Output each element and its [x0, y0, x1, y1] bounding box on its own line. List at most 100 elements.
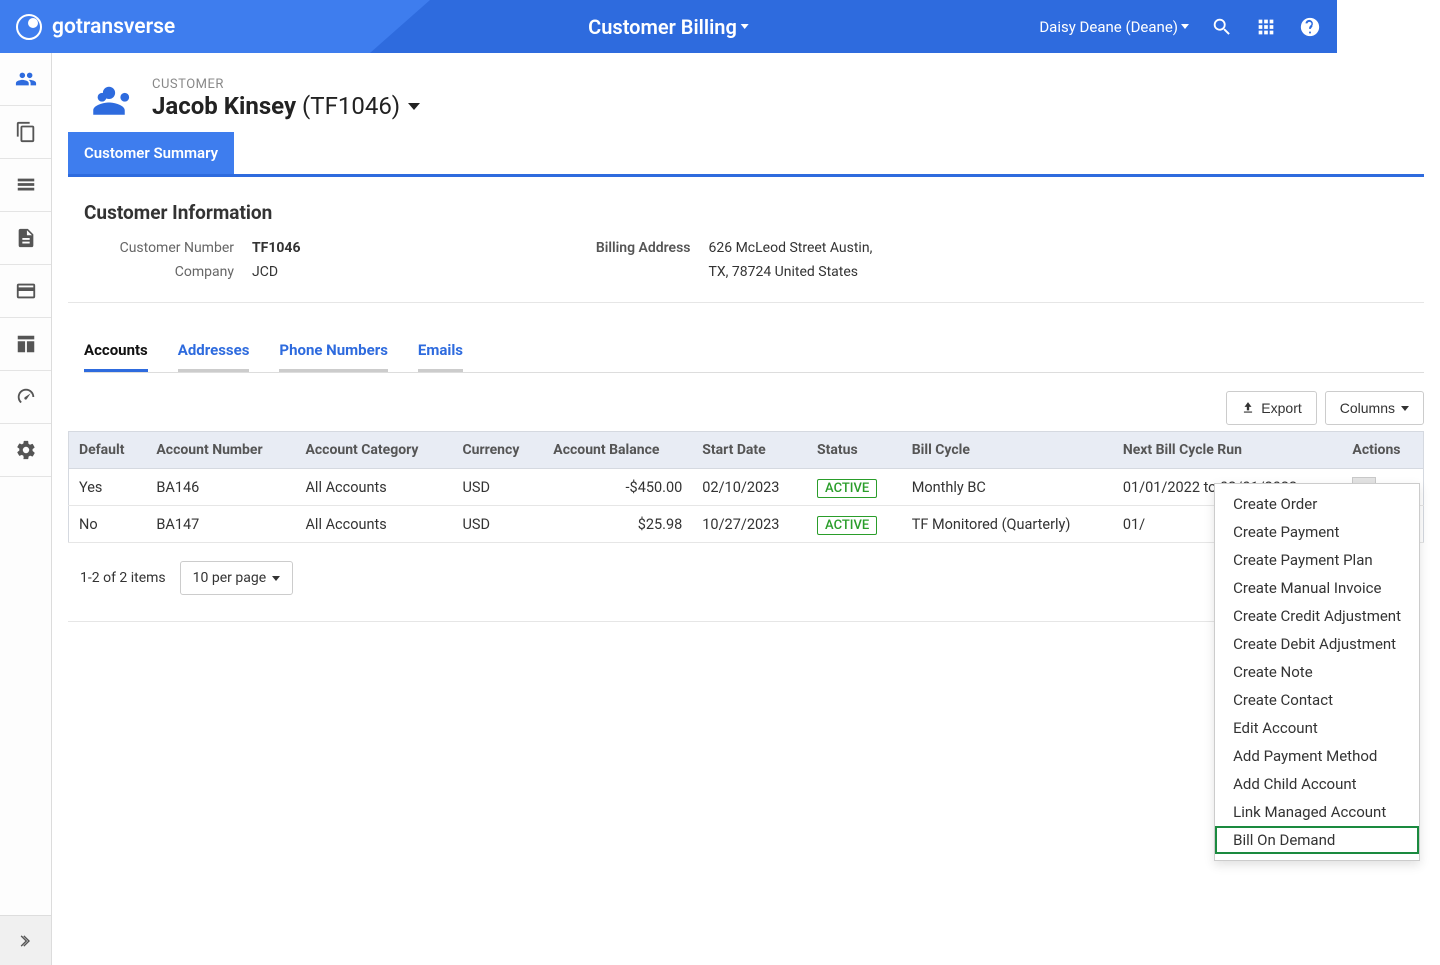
status-badge: ACTIVE — [817, 479, 877, 498]
info-heading: Customer Information — [84, 201, 1408, 224]
cell-start-date: 02/10/2023 — [692, 469, 807, 506]
table-toolbar: Export Columns — [68, 391, 1424, 425]
customer-name: Jacob Kinsey — [152, 92, 296, 120]
brand-text: gotransverse — [52, 15, 175, 39]
help-icon[interactable] — [1299, 16, 1321, 38]
search-icon[interactable] — [1211, 16, 1233, 38]
sidebar-table[interactable] — [0, 318, 51, 371]
sidebar-card[interactable] — [0, 265, 51, 318]
menu-item[interactable]: Create Order — [1215, 490, 1419, 518]
subtab-emails[interactable]: Emails — [418, 331, 463, 372]
download-icon — [1241, 401, 1255, 415]
card-icon — [15, 280, 37, 302]
cell-currency: USD — [453, 506, 544, 543]
value-company: JCD — [252, 260, 301, 284]
value-customer-number: TF1046 — [252, 236, 301, 260]
menu-item[interactable]: Add Payment Method — [1215, 742, 1419, 770]
main-content: CUSTOMER Jacob Kinsey (TF1046) Customer … — [52, 53, 1440, 638]
columns-label: Columns — [1340, 400, 1395, 416]
th-balance[interactable]: Account Balance — [543, 432, 692, 469]
cell-account-category: All Accounts — [295, 469, 452, 506]
th-actions[interactable]: Actions — [1342, 432, 1423, 469]
menu-item[interactable]: Create Manual Invoice — [1215, 574, 1419, 602]
columns-button[interactable]: Columns — [1325, 391, 1424, 425]
logo-icon — [16, 14, 42, 40]
module-title: Customer Billing — [588, 15, 737, 39]
sidebar-stack[interactable] — [0, 159, 51, 212]
user-label: Daisy Deane (Deane) — [1039, 18, 1178, 36]
cell-balance: -$450.00 — [543, 469, 692, 506]
menu-item[interactable]: Add Child Account — [1215, 770, 1419, 798]
per-page-label: 10 per page — [193, 570, 266, 586]
brand-logo[interactable]: gotransverse — [0, 14, 175, 40]
cell-default: No — [69, 506, 147, 543]
subtabs: Accounts Addresses Phone Numbers Emails — [84, 331, 1424, 373]
sidebar-settings[interactable] — [0, 424, 51, 477]
th-bill-cycle[interactable]: Bill Cycle — [902, 432, 1113, 469]
menu-item[interactable]: Create Debit Adjustment — [1215, 630, 1419, 658]
top-header: gotransverse Customer Billing Daisy Dean… — [0, 0, 1337, 53]
customer-code: (TF1046) — [302, 92, 400, 120]
export-button[interactable]: Export — [1226, 391, 1316, 425]
th-next-run[interactable]: Next Bill Cycle Run — [1113, 432, 1343, 469]
label-company: Company — [84, 260, 234, 284]
users-icon — [15, 68, 37, 90]
billing-address-line2: TX, 78724 United States — [709, 260, 873, 284]
cell-bill-cycle: Monthly BC — [902, 469, 1113, 506]
chevron-down-icon — [272, 576, 280, 581]
sidebar-expand[interactable] — [0, 915, 51, 965]
sidebar-doc[interactable] — [0, 212, 51, 265]
cell-start-date: 10/27/2023 — [692, 506, 807, 543]
cell-currency: USD — [453, 469, 544, 506]
th-account-category[interactable]: Account Category — [295, 432, 452, 469]
row-actions-menu: Create OrderCreate PaymentCreate Payment… — [1214, 483, 1420, 861]
menu-item[interactable]: Link Managed Account — [1215, 798, 1419, 826]
copy-icon — [15, 121, 37, 143]
cell-status: ACTIVE — [807, 469, 902, 506]
chevron-down-icon — [1401, 406, 1409, 411]
th-status[interactable]: Status — [807, 432, 902, 469]
sidebar-customers[interactable] — [0, 53, 51, 106]
gear-icon — [15, 439, 37, 461]
tab-summary[interactable]: Customer Summary — [68, 132, 234, 174]
menu-item[interactable]: Create Contact — [1215, 686, 1419, 714]
menu-item[interactable]: Create Note — [1215, 658, 1419, 686]
apps-icon[interactable] — [1255, 16, 1277, 38]
customer-info-section: Customer Information Customer Number Com… — [68, 177, 1424, 303]
sidebar-copy[interactable] — [0, 106, 51, 159]
pager-summary: 1-2 of 2 items — [80, 570, 166, 586]
chevron-down-icon — [408, 103, 420, 110]
th-currency[interactable]: Currency — [453, 432, 544, 469]
menu-item[interactable]: Create Payment — [1215, 518, 1419, 546]
export-label: Export — [1261, 400, 1301, 416]
chevron-down-icon — [1181, 24, 1189, 29]
th-account-number[interactable]: Account Number — [146, 432, 295, 469]
sidebar-dashboard[interactable] — [0, 371, 51, 424]
menu-item[interactable]: Bill On Demand — [1215, 826, 1419, 854]
subtab-accounts[interactable]: Accounts — [84, 331, 148, 372]
menu-item[interactable]: Create Payment Plan — [1215, 546, 1419, 574]
chevron-right-icon — [18, 933, 34, 949]
document-icon — [15, 227, 37, 249]
table-icon — [15, 333, 37, 355]
menu-item[interactable]: Edit Account — [1215, 714, 1419, 742]
subtab-addresses[interactable]: Addresses — [178, 331, 250, 372]
subtab-phones[interactable]: Phone Numbers — [279, 331, 388, 372]
billing-address-line1: 626 McLeod Street Austin, — [709, 236, 873, 260]
chevron-down-icon — [741, 24, 749, 29]
module-dropdown[interactable]: Customer Billing — [588, 15, 749, 39]
gauge-icon — [15, 386, 37, 408]
th-default[interactable]: Default — [69, 432, 147, 469]
user-menu[interactable]: Daisy Deane (Deane) — [1039, 18, 1189, 36]
per-page-selector[interactable]: 10 per page — [180, 561, 293, 595]
status-badge: ACTIVE — [817, 516, 877, 535]
cell-bill-cycle: TF Monitored (Quarterly) — [902, 506, 1113, 543]
cell-default: Yes — [69, 469, 147, 506]
customer-title[interactable]: Jacob Kinsey (TF1046) — [152, 92, 420, 120]
th-start-date[interactable]: Start Date — [692, 432, 807, 469]
left-sidebar — [0, 53, 52, 965]
menu-item[interactable]: Create Credit Adjustment — [1215, 602, 1419, 630]
cell-account-category: All Accounts — [295, 506, 452, 543]
cell-balance: $25.98 — [543, 506, 692, 543]
customers-icon — [84, 78, 134, 120]
